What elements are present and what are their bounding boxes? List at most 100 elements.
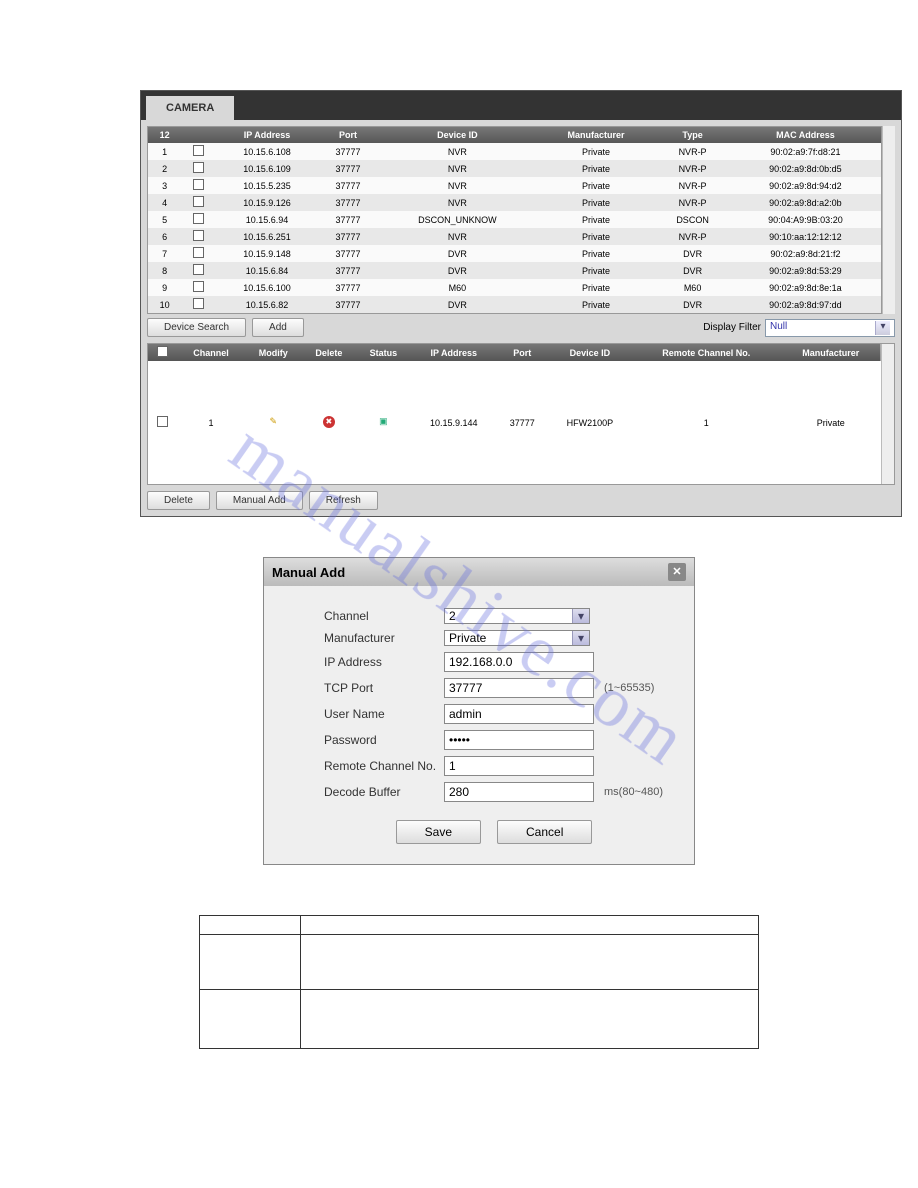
display-filter-select[interactable]: Null ▾ xyxy=(765,319,895,337)
search-row[interactable]: 1010.15.6.8237777DVRPrivateDVR90:02:a9:8… xyxy=(148,296,882,314)
chevron-down-icon: ▾ xyxy=(572,609,589,623)
row-ip: 10.15.6.251 xyxy=(216,228,318,245)
search-row[interactable]: 610.15.6.25137777NVRPrivateNVR-P90:10:aa… xyxy=(148,228,882,245)
password-input[interactable]: ••••• xyxy=(444,730,594,750)
row-type: M60 xyxy=(656,279,730,296)
param-row-1 xyxy=(200,935,759,990)
param-row-2 xyxy=(200,990,759,1049)
row-type: DVR xyxy=(656,245,730,262)
col-check xyxy=(181,127,216,144)
row-checkbox[interactable] xyxy=(193,196,204,207)
row-checkbox[interactable] xyxy=(193,162,204,173)
search-row[interactable]: 310.15.5.23537777NVRPrivateNVR-P90:02:a9… xyxy=(148,177,882,194)
col-rcn: Remote Channel No. xyxy=(632,344,780,361)
row-port: 37777 xyxy=(318,279,378,296)
username-input[interactable]: admin xyxy=(444,704,594,724)
save-button[interactable]: Save xyxy=(396,820,481,844)
row-rcn: 1 xyxy=(632,361,780,484)
tcp-port-input[interactable]: 37777 xyxy=(444,678,594,698)
row-type: NVR-P xyxy=(656,160,730,177)
search-scrollbar[interactable] xyxy=(882,126,895,314)
row-checkbox[interactable] xyxy=(193,264,204,275)
row-mfr: Private xyxy=(537,296,656,314)
row-index: 7 xyxy=(148,245,182,262)
channel-select[interactable]: 2 ▾ xyxy=(444,608,590,624)
chevron-down-icon: ▾ xyxy=(875,321,890,335)
row-ip: 10.15.6.100 xyxy=(216,279,318,296)
col-channel: Channel xyxy=(177,344,244,361)
cancel-button[interactable]: Cancel xyxy=(497,820,592,844)
added-scrollbar[interactable] xyxy=(881,344,894,484)
filter-label: Display Filter xyxy=(703,322,761,333)
row-checkbox[interactable] xyxy=(193,247,204,258)
manufacturer-select[interactable]: Private ▾ xyxy=(444,630,590,646)
search-row[interactable]: 510.15.6.9437777DSCON_UNKNOWPrivateDSCON… xyxy=(148,211,882,228)
row-checkbox[interactable] xyxy=(193,179,204,190)
tcp-hint: (1~65535) xyxy=(604,682,654,694)
row-mac: 90:02:a9:8d:a2:0b xyxy=(730,194,882,211)
row-port: 37777 xyxy=(318,143,378,160)
row-device: NVR xyxy=(378,177,536,194)
refresh-button[interactable]: Refresh xyxy=(309,491,378,510)
row-type: DSCON xyxy=(656,211,730,228)
row-device: DVR xyxy=(378,296,536,314)
col-status: Status xyxy=(356,344,411,361)
row-mac: 90:02:a9:7f:d8:21 xyxy=(730,143,882,160)
row-index: 3 xyxy=(148,177,182,194)
row-checkbox[interactable] xyxy=(193,213,204,224)
search-row[interactable]: 110.15.6.10837777NVRPrivateNVR-P90:02:a9… xyxy=(148,143,882,160)
delete-icon[interactable] xyxy=(322,416,336,430)
chevron-down-icon: ▾ xyxy=(572,631,589,645)
add-button[interactable]: Add xyxy=(252,318,304,337)
search-row[interactable]: 210.15.6.10937777NVRPrivateNVR-P90:02:a9… xyxy=(148,160,882,177)
select-all-checkbox[interactable] xyxy=(157,346,168,357)
row-type: NVR-P xyxy=(656,228,730,245)
row-index: 10 xyxy=(148,296,182,314)
delete-button[interactable]: Delete xyxy=(147,491,210,510)
row-dev: HFW2100P xyxy=(548,361,632,484)
row-ip: 10.15.5.235 xyxy=(216,177,318,194)
close-icon[interactable]: ✕ xyxy=(668,563,686,581)
search-row[interactable]: 710.15.9.14837777DVRPrivateDVR90:02:a9:8… xyxy=(148,245,882,262)
parameter-table xyxy=(199,915,759,1049)
row-ip: 10.15.6.109 xyxy=(216,160,318,177)
camera-panel: CAMERA 12 IP Address Port Device ID Manu… xyxy=(140,90,902,517)
row-type: DVR xyxy=(656,296,730,314)
row-mfr: Private xyxy=(537,211,656,228)
manual-add-dialog: Manual Add ✕ Channel 2 ▾ Manufacturer Pr… xyxy=(263,557,695,865)
search-row[interactable]: 410.15.9.12637777NVRPrivateNVR-P90:02:a9… xyxy=(148,194,882,211)
row-type: DVR xyxy=(656,262,730,279)
search-row[interactable]: 810.15.6.8437777DVRPrivateDVR90:02:a9:8d… xyxy=(148,262,882,279)
device-search-button[interactable]: Device Search xyxy=(147,318,246,337)
row-mfr: Private xyxy=(537,194,656,211)
col-port: Port xyxy=(318,127,378,144)
row-ip: 10.15.6.108 xyxy=(216,143,318,160)
row-port: 37777 xyxy=(318,160,378,177)
label-user: User Name xyxy=(324,707,444,721)
added-row[interactable]: 1 10.15.9.144 37777 HFW2100P 1 Private xyxy=(148,361,881,484)
param-th1 xyxy=(200,916,301,935)
row-index: 9 xyxy=(148,279,182,296)
row-checkbox[interactable] xyxy=(157,416,168,427)
decode-buffer-input[interactable]: 280 xyxy=(444,782,594,802)
modify-icon[interactable] xyxy=(266,416,280,430)
col-mac: MAC Address xyxy=(730,127,882,144)
row-ip: 10.15.9.144 xyxy=(411,361,497,484)
search-row[interactable]: 910.15.6.10037777M60PrivateM6090:02:a9:8… xyxy=(148,279,882,296)
row-checkbox[interactable] xyxy=(193,145,204,156)
row-channel: 1 xyxy=(177,361,244,484)
row-index: 1 xyxy=(148,143,182,160)
ip-input[interactable]: 192.168.0.0 xyxy=(444,652,594,672)
row-port: 37777 xyxy=(318,194,378,211)
row-index: 5 xyxy=(148,211,182,228)
remote-channel-input[interactable]: 1 xyxy=(444,756,594,776)
row-checkbox[interactable] xyxy=(193,281,204,292)
tab-camera[interactable]: CAMERA xyxy=(146,96,234,120)
row-device: NVR xyxy=(378,143,536,160)
col-mfr2: Manufacturer xyxy=(780,344,881,361)
manual-add-button[interactable]: Manual Add xyxy=(216,491,303,510)
dialog-title: Manual Add xyxy=(272,565,345,580)
row-checkbox[interactable] xyxy=(193,230,204,241)
label-mfr: Manufacturer xyxy=(324,631,444,645)
row-checkbox[interactable] xyxy=(193,298,204,309)
